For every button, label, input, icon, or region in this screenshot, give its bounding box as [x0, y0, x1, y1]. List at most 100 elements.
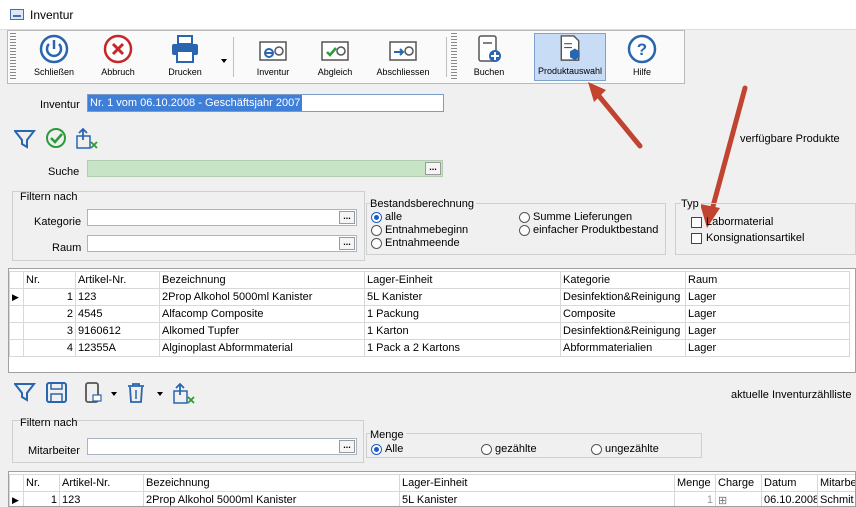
book-icon — [478, 35, 501, 62]
category-input[interactable]: ... — [87, 209, 357, 226]
products-grid: Nr. Artikel-Nr. Bezeichnung Lager-Einhei… — [8, 268, 856, 373]
table-row[interactable]: 3 9160612 Alkomed Tupfer 1 Karton Desinf… — [9, 322, 850, 340]
column-header[interactable]: Kategorie — [560, 271, 686, 289]
toolbar-separator — [446, 37, 447, 77]
count-table: Nr. Artikel-Nr. Bezeichnung Lager-Einhei… — [9, 474, 855, 506]
inventur-label: Inventur — [40, 99, 80, 111]
current-row-marker-icon: ▶ — [9, 491, 24, 506]
toolbar-grip[interactable] — [451, 33, 457, 81]
export-icon[interactable] — [173, 382, 195, 404]
column-header[interactable]: Nr. — [23, 474, 60, 492]
inventory-button[interactable]: Inventur — [248, 33, 298, 81]
count-list-title: aktuelle Inventurzählliste — [731, 389, 852, 401]
search-input[interactable]: ... — [87, 160, 443, 177]
close-button[interactable]: Schließen — [28, 33, 80, 81]
export-icon[interactable] — [76, 128, 98, 149]
quantity-cell[interactable]: 1 — [674, 491, 716, 506]
category-label: Kategorie — [34, 216, 82, 228]
type-group — [675, 203, 856, 255]
filter-icon[interactable] — [14, 383, 37, 402]
app-window-icon — [10, 9, 24, 20]
employee-ellipsis-button[interactable]: ... — [339, 440, 355, 453]
products-table: Nr. Artikel-Nr. Bezeichnung Lager-Einhei… — [9, 271, 850, 357]
table-header-row: Nr. Artikel-Nr. Bezeichnung Lager-Einhei… — [9, 474, 855, 492]
employee-label: Mitarbeiter — [28, 445, 80, 457]
device-dropdown-icon[interactable] — [111, 392, 117, 396]
count-grid: Nr. Artikel-Nr. Bezeichnung Lager-Einhei… — [8, 471, 856, 507]
printer-icon — [172, 35, 198, 63]
print-button[interactable]: Drucken — [156, 33, 214, 81]
toolbar-grip[interactable] — [10, 33, 16, 81]
radio-summe-lieferungen[interactable]: Summe Lieferungen — [519, 211, 632, 223]
inventur-value: Nr. 1 vom 06.10.2008 - Geschäftsjahr 200… — [88, 95, 303, 111]
stock-calc-title: Bestandsberechnung — [370, 198, 476, 210]
count-filter-title: Filtern nach — [20, 417, 78, 429]
reconcile-icon — [321, 41, 349, 61]
power-icon — [39, 34, 69, 64]
cancel-icon — [103, 34, 133, 64]
print-dropdown-icon[interactable] — [221, 59, 227, 63]
column-header[interactable]: Nr. — [23, 271, 76, 289]
reconcile-button[interactable]: Abgleich — [310, 33, 360, 81]
column-header[interactable]: Artikel-Nr. — [75, 271, 160, 289]
table-row[interactable]: ▶ 1 123 2Prop Alkohol 5000ml Kanister 5L… — [9, 288, 850, 306]
check-labormaterial[interactable]: Labormaterial — [691, 216, 773, 228]
count-toolbar — [14, 382, 195, 404]
column-header[interactable]: Mitarbe — [817, 474, 855, 492]
column-header[interactable]: Lager-Einheit — [399, 474, 675, 492]
category-ellipsis-button[interactable]: ... — [339, 211, 355, 224]
radio-einfacher-produktbestand[interactable]: einfacher Produktbestand — [519, 224, 658, 236]
current-row-marker-icon: ▶ — [9, 288, 24, 306]
search-label: Suche — [48, 166, 80, 178]
radio-menge-ungezaehlte[interactable]: ungezählte — [591, 443, 659, 455]
finish-icon — [389, 41, 417, 61]
employee-input[interactable]: ... — [87, 438, 357, 455]
radio-alle[interactable]: alle — [371, 211, 402, 223]
radio-menge-gezaehlte[interactable]: gezählte — [481, 443, 537, 455]
search-ellipsis-button[interactable]: ... — [425, 162, 441, 175]
column-header[interactable]: Lager-Einheit — [364, 271, 561, 289]
type-title: Typ — [681, 198, 701, 210]
svg-text:?: ? — [637, 40, 647, 59]
column-header[interactable]: Bezeichnung — [143, 474, 400, 492]
table-row[interactable]: 2 4545 Alfacomp Composite 1 Packung Comp… — [9, 305, 850, 323]
column-header[interactable]: Menge — [674, 474, 716, 492]
column-header[interactable]: Charge — [715, 474, 762, 492]
cancel-button[interactable]: Abbruch — [92, 33, 144, 81]
charge-expand-icon[interactable]: ⊞ — [715, 491, 762, 506]
room-ellipsis-button[interactable]: ... — [339, 237, 355, 250]
column-header[interactable]: Datum — [761, 474, 818, 492]
check-icon[interactable] — [46, 128, 66, 148]
product-select-button[interactable]: Produktauswahl — [534, 33, 606, 81]
main-toolbar: Schließen Abbruch Drucken Inventur Abgle… — [7, 30, 685, 84]
device-icon[interactable] — [85, 382, 102, 403]
save-icon[interactable] — [46, 382, 67, 403]
quantity-title: Menge — [370, 429, 406, 441]
help-icon: ? — [627, 34, 657, 64]
column-header[interactable]: Raum — [685, 271, 850, 289]
radio-entnahmeende[interactable]: Entnahmeende — [371, 237, 460, 249]
filter-icon[interactable] — [14, 130, 37, 149]
table-row[interactable]: ▶ 1 123 2Prop Alkohol 5000ml Kanister 5L… — [9, 491, 855, 506]
room-label: Raum — [52, 242, 82, 254]
help-button[interactable]: ? Hilfe — [620, 33, 664, 81]
finish-button[interactable]: Abschliessen — [370, 33, 436, 81]
delete-icon[interactable] — [128, 383, 144, 403]
radio-menge-alle[interactable]: Alle — [371, 443, 403, 455]
product-select-icon — [560, 35, 580, 61]
table-row[interactable]: 4 12355A Alginoplast Abformmaterial 1 Pa… — [9, 339, 850, 357]
book-button[interactable]: Buchen — [466, 33, 512, 81]
check-konsignationsartikel[interactable]: Konsignationsartikel — [691, 232, 804, 244]
room-input[interactable]: ... — [87, 235, 357, 252]
inventory-icon — [259, 41, 287, 61]
column-header[interactable]: Artikel-Nr. — [59, 474, 144, 492]
delete-dropdown-icon[interactable] — [157, 392, 163, 396]
inventur-field[interactable]: Nr. 1 vom 06.10.2008 - Geschäftsjahr 200… — [87, 94, 444, 112]
products-toolbar — [14, 128, 98, 149]
filter-title: Filtern nach — [20, 191, 78, 203]
radio-entnahmebeginn[interactable]: Entnahmebeginn — [371, 224, 468, 236]
title-bar: Inventur — [0, 0, 856, 30]
toolbar-separator — [233, 37, 234, 77]
available-products-title: verfügbare Produkte — [740, 133, 840, 145]
column-header[interactable]: Bezeichnung — [159, 271, 365, 289]
